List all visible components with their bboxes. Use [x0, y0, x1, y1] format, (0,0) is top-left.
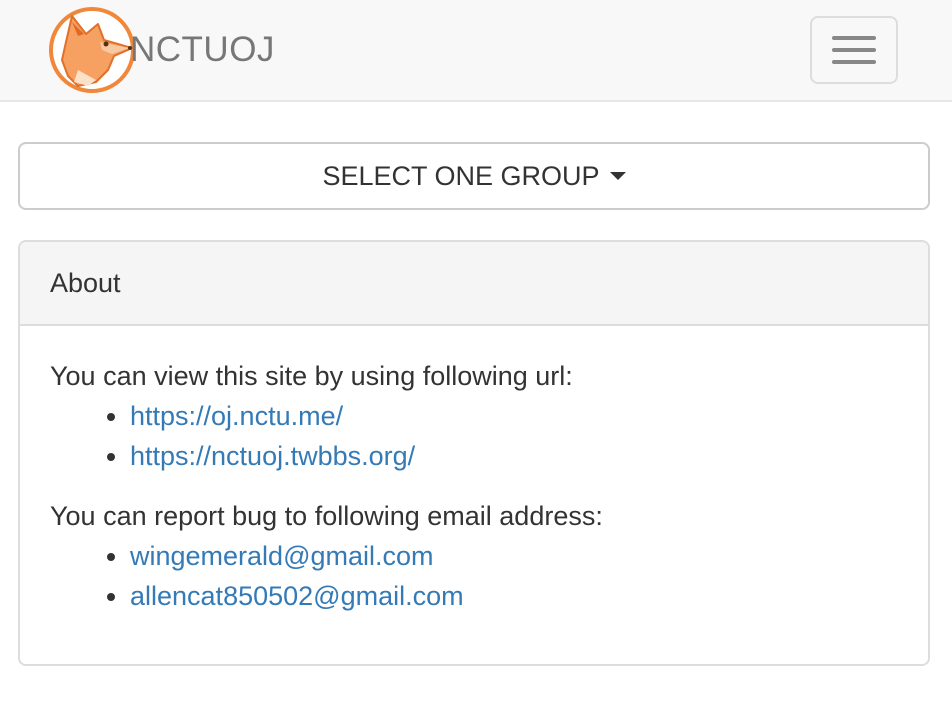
about-panel-heading: About	[20, 242, 928, 326]
hamburger-menu-icon	[832, 60, 876, 64]
email-link-allencat[interactable]: allencat850502@gmail.com	[130, 581, 464, 611]
urls-intro-text: You can view this site by using followin…	[50, 361, 573, 391]
navbar-toggle-button[interactable]	[810, 16, 898, 84]
hamburger-menu-icon	[832, 48, 876, 52]
list-item: https://oj.nctu.me/	[130, 396, 898, 436]
email-list: wingemerald@gmail.com allencat850502@gma…	[50, 536, 898, 616]
select-group-label: SELECT ONE GROUP	[322, 160, 600, 191]
hamburger-menu-icon	[832, 36, 876, 40]
url-link-oj-nctu[interactable]: https://oj.nctu.me/	[130, 401, 343, 431]
about-panel-body: You can view this site by using followin…	[20, 326, 928, 616]
list-item: allencat850502@gmail.com	[130, 576, 898, 616]
navbar: NCTUOJ	[0, 0, 952, 102]
url-list: https://oj.nctu.me/ https://nctuoj.twbbs…	[50, 396, 898, 476]
email-intro-text: You can report bug to following email ad…	[50, 501, 603, 531]
select-group-dropdown-button[interactable]: SELECT ONE GROUP	[18, 142, 930, 210]
brand-title: NCTUOJ	[130, 30, 275, 69]
list-item: wingemerald@gmail.com	[130, 536, 898, 576]
brand-link[interactable]: NCTUOJ	[48, 6, 275, 94]
email-link-wingemerald[interactable]: wingemerald@gmail.com	[130, 541, 434, 571]
fox-logo-icon	[49, 7, 135, 93]
caret-down-icon	[609, 172, 626, 180]
url-link-twbbs[interactable]: https://nctuoj.twbbs.org/	[130, 441, 415, 471]
about-heading: About	[50, 267, 121, 298]
list-item: https://nctuoj.twbbs.org/	[130, 436, 898, 476]
about-panel: About You can view this site by using fo…	[18, 240, 930, 666]
